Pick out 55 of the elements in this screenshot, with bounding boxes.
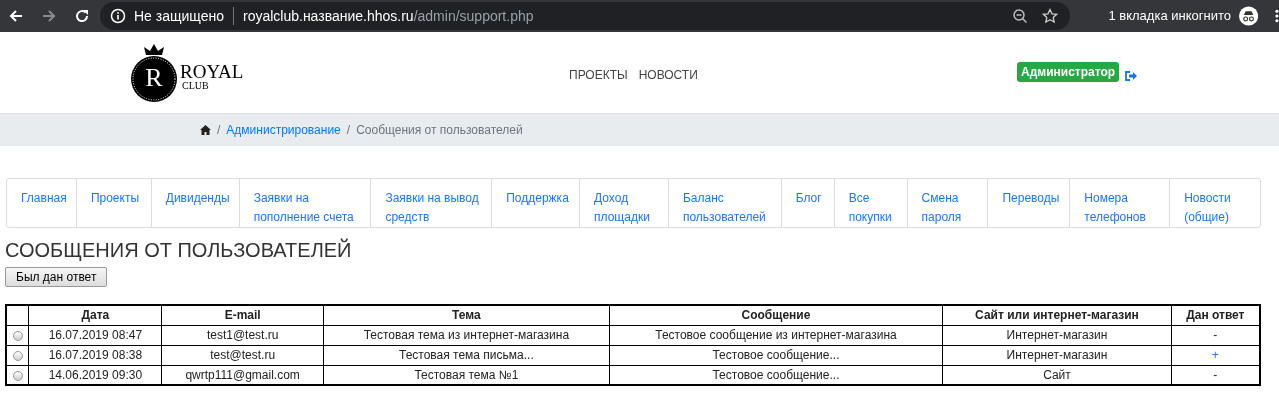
table-cell: test1@test.ru xyxy=(161,325,324,345)
table-cell: Тестовое сообщение из интернет-магазина xyxy=(609,325,943,345)
menu-link[interactable]: Блог xyxy=(781,179,835,227)
table-cell: Тестовая тема из интернет-магазина xyxy=(323,325,610,345)
menu-link[interactable]: Поддержка xyxy=(492,179,581,227)
info-icon xyxy=(109,8,126,24)
menu-link[interactable]: Главная xyxy=(7,179,77,227)
filter-button[interactable]: Был дан ответ xyxy=(5,267,108,287)
column-header: Сайт или интернет-магазин xyxy=(942,305,1172,325)
home-icon[interactable] xyxy=(200,125,211,135)
row-radio[interactable] xyxy=(12,350,23,361)
table-cell: Тестовая тема письма... xyxy=(323,345,610,365)
table-cell: Тестовое сообщение... xyxy=(609,345,943,365)
column-header: Дата xyxy=(28,305,162,325)
menu-link[interactable]: Заявки на пополнение счета xyxy=(239,179,372,227)
column-header: E-mail xyxy=(161,305,324,325)
answer-status: + xyxy=(1211,348,1219,362)
column-header: Тема xyxy=(323,305,610,325)
answer-status: - xyxy=(1213,367,1218,382)
menu-link[interactable]: Дивиденды xyxy=(151,179,240,227)
nav-link[interactable]: НОВОСТИ xyxy=(638,66,698,84)
menu-link[interactable]: Заявки на вывод средств xyxy=(371,179,493,227)
incognito-icon[interactable] xyxy=(1238,6,1259,26)
menu-link[interactable]: Баланс пользователей xyxy=(668,179,782,227)
table-cell: 16.07.2019 08:47 xyxy=(28,325,162,345)
menu-link[interactable]: Номера телефонов xyxy=(1070,179,1171,227)
menu-link[interactable]: Доход площадки xyxy=(580,179,669,227)
menu-icon[interactable] xyxy=(1275,9,1279,23)
breadcrumb-separator: / xyxy=(346,122,351,139)
breadcrumb-current: Сообщения от пользователей xyxy=(356,122,523,139)
role-badge: Администратор xyxy=(1017,62,1120,82)
zoom-out-icon[interactable] xyxy=(1012,8,1029,24)
column-header: Сообщение xyxy=(609,305,943,325)
table-cell: 16.07.2019 08:38 xyxy=(28,345,162,365)
security-label: Не защищено xyxy=(133,6,224,26)
incognito-label: 1 вкладка инкогнито xyxy=(1108,7,1231,26)
table-cell: Интернет-магазин xyxy=(942,345,1172,365)
address-bar[interactable]: Не защищено royalclub.название.hhos.ru/admin/support.php xyxy=(99,2,1071,30)
menu-link[interactable]: Проекты xyxy=(76,179,152,227)
nav-link[interactable]: ПРОЕКТЫ xyxy=(569,66,628,84)
table-cell: Интернет-магазин xyxy=(942,325,1172,345)
table-cell: test@test.ru xyxy=(161,345,324,365)
row-radio[interactable] xyxy=(12,330,23,341)
page-title: СООБЩЕНИЯ ОТ ПОЛЬЗОВАТЕЛЕЙ xyxy=(5,238,353,262)
menu-link[interactable]: Смена пароля xyxy=(907,179,989,227)
breadcrumb-separator: / xyxy=(217,122,221,139)
menu-link[interactable]: Новости (общие) xyxy=(1170,179,1260,227)
menu-link[interactable]: Все покупки xyxy=(834,179,908,227)
answer-status: - xyxy=(1213,328,1218,342)
menu-link[interactable]: Переводы xyxy=(988,179,1071,227)
breadcrumb-link[interactable]: Администрирование xyxy=(226,121,341,139)
logout-icon[interactable] xyxy=(1125,71,1137,81)
url-text: royalclub.название.hhos.ru/admin/support.php xyxy=(242,6,534,26)
row-radio[interactable] xyxy=(12,370,23,381)
star-icon[interactable] xyxy=(1042,8,1059,24)
